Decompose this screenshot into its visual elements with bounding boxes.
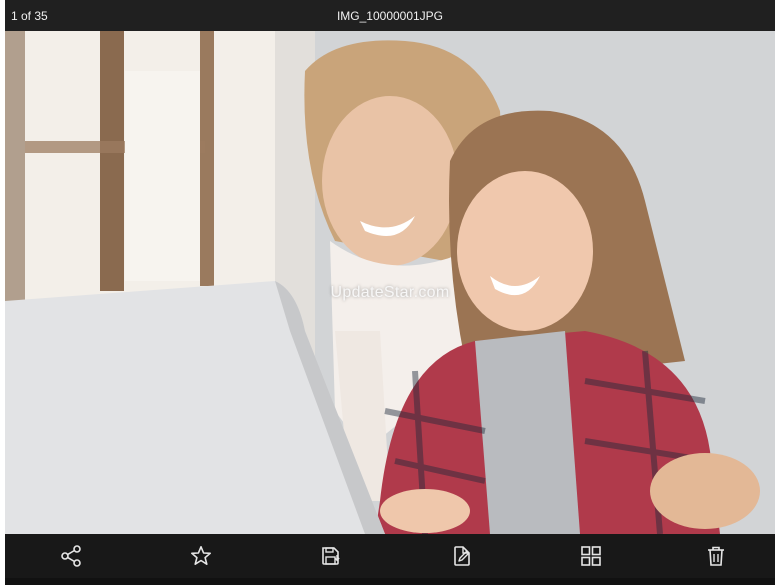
edit-button[interactable] — [448, 542, 476, 570]
save-icon — [322, 547, 340, 565]
image-viewer: 1 of 35 IMG_10000001JPG UpdateStar.com — [5, 0, 775, 585]
woman-hand — [650, 453, 760, 529]
photo-view[interactable]: UpdateStar.com — [5, 31, 775, 534]
photo-illustration — [5, 31, 775, 534]
girl-hands — [380, 489, 470, 533]
image-filename: IMG_10000001JPG — [336, 9, 444, 23]
grid-icon — [581, 546, 601, 566]
grid-view-button[interactable] — [577, 542, 605, 570]
star-icon — [190, 545, 212, 566]
edit-icon — [454, 546, 470, 566]
delete-button[interactable] — [702, 542, 730, 570]
girl-gray-top — [475, 331, 580, 534]
window-frame-middle — [100, 31, 124, 291]
share-icon — [61, 545, 81, 567]
trash-icon — [708, 546, 724, 566]
watermark-text: UpdateStar.com — [330, 284, 450, 301]
window-pane — [125, 71, 200, 281]
favorite-button[interactable] — [187, 542, 215, 570]
top-bar: 1 of 35 IMG_10000001JPG — [5, 0, 775, 31]
window-frame-right — [200, 31, 214, 286]
girl-face — [457, 171, 593, 331]
woman-face — [322, 96, 458, 266]
bottom-toolbar — [5, 534, 775, 578]
save-button[interactable] — [317, 542, 345, 570]
share-button[interactable] — [57, 542, 85, 570]
bottom-edge — [5, 578, 775, 585]
